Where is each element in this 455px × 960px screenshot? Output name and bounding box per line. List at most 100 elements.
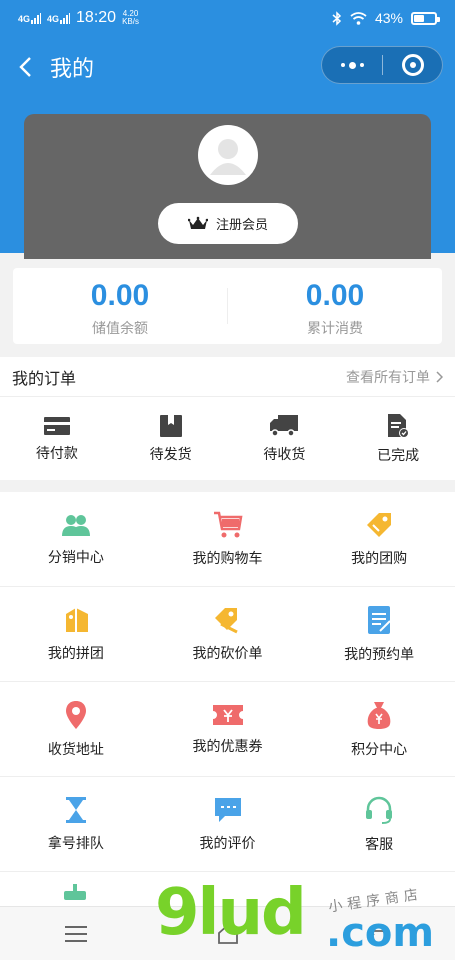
bargain-orders[interactable]: 我的砍价单 [152, 587, 304, 681]
balance-value: 0.00 [90, 279, 150, 312]
profile-card: 注册会员 [24, 114, 431, 259]
total-spend[interactable]: 0.00 累计消费 [228, 268, 442, 344]
shopping-cart[interactable]: 我的购物车 [152, 492, 304, 586]
notebook-icon [368, 605, 391, 634]
close-button[interactable] [383, 47, 442, 83]
order-pending-payment[interactable]: 待付款 [0, 397, 114, 480]
home-icon [217, 923, 238, 944]
page-title: 我的 [50, 56, 95, 81]
grid-label: 我的预约单 [344, 645, 415, 662]
stored-balance[interactable]: 0.00 储值余额 [13, 268, 227, 344]
menu-button[interactable] [0, 925, 152, 942]
order-label: 待发货 [149, 445, 192, 462]
coupons[interactable]: 我的优惠券 [152, 682, 304, 776]
distribution-center[interactable]: 分销中心 [0, 492, 152, 586]
view-all-orders-link[interactable]: 查看所有订单 [346, 367, 443, 387]
back-arrow-icon [19, 57, 31, 77]
close-circle-icon [401, 54, 424, 76]
grid-label: 分销中心 [47, 548, 104, 565]
network-1-label: 4G [18, 13, 31, 24]
money-bag-icon [367, 701, 391, 729]
feature-grid: 分销中心 我的购物车 我的团购 我的拼团 我的砍价单 我的预约单 收货地址 我的… [0, 492, 455, 912]
balance-label: 储值余额 [92, 320, 148, 336]
balance-card: 0.00 储值余额 0.00 累计消费 [13, 268, 442, 344]
order-completed[interactable]: 已完成 [341, 397, 455, 480]
box-icon [159, 414, 182, 437]
order-pending-shipment[interactable]: 待发货 [114, 397, 228, 480]
order-pending-receipt[interactable]: 待收货 [228, 397, 342, 480]
grid-row: 拿号排队 我的评价 客服 [0, 777, 455, 872]
more-dots-icon [348, 61, 356, 69]
order-label: 待付款 [35, 444, 78, 461]
register-label: 注册会员 [215, 217, 268, 232]
grid-row: 分销中心 我的购物车 我的团购 [0, 492, 455, 587]
status-bar: 4G 4G 18:20 4.20 KB/s 43% [0, 0, 455, 36]
wifi-icon [350, 11, 367, 25]
orders-title: 我的订单 [12, 370, 77, 388]
signal-bars-icon [31, 12, 42, 24]
grid-row: 我的拼团 我的砍价单 我的预约单 [0, 587, 455, 682]
document-check-icon [388, 413, 410, 438]
chevron-right-icon [436, 370, 443, 383]
more-dots-icon [340, 63, 345, 67]
status-time: 18:20 [76, 9, 117, 26]
grid-label: 我的评价 [199, 834, 256, 851]
network-speed: 4.20 KB/s [122, 10, 139, 26]
orders-section: 我的订单 查看所有订单 待付款 待发货 待收货 已完成 [0, 357, 455, 480]
signal-1: 4G [18, 12, 42, 24]
grid-label: 拿号排队 [47, 834, 104, 851]
back-system-button[interactable] [303, 925, 455, 943]
group-buy[interactable]: 我的团购 [303, 492, 455, 586]
system-nav-bar [0, 906, 455, 960]
grid-row: 收货地址 我的优惠券 积分中心 [0, 682, 455, 777]
register-member-button[interactable]: 注册会员 [158, 203, 298, 244]
status-left: 4G 4G 18:20 4.20 KB/s [18, 9, 139, 27]
reservations[interactable]: 我的预约单 [303, 587, 455, 681]
spend-label: 累计消费 [307, 320, 363, 336]
card-icon [43, 416, 70, 435]
grid-label: 客服 [365, 835, 394, 852]
tag-icon [367, 512, 392, 537]
order-label: 待收货 [263, 445, 306, 462]
view-all-label: 查看所有订单 [346, 368, 430, 385]
location-pin-icon [65, 700, 86, 729]
back-icon [368, 925, 390, 943]
grid-label: 我的拼团 [47, 644, 104, 661]
partial-icon [64, 884, 86, 900]
shipping-address[interactable]: 收货地址 [0, 682, 152, 776]
spend-value: 0.00 [305, 279, 365, 312]
more-button[interactable] [322, 47, 382, 83]
grid-label: 我的砍价单 [192, 644, 263, 661]
nav-bar: 我的 [0, 36, 455, 98]
status-right: 43% [332, 10, 440, 26]
truck-icon [270, 414, 299, 437]
grid-label: 积分中心 [351, 740, 408, 757]
price-tag-icon [214, 607, 238, 633]
customer-service[interactable]: 客服 [303, 777, 455, 871]
group-tag-icon [65, 607, 88, 632]
group-deal[interactable]: 我的拼团 [0, 587, 152, 681]
back-button[interactable] [0, 36, 50, 98]
points-center[interactable]: 积分中心 [303, 682, 455, 776]
grid-label: 我的购物车 [192, 549, 263, 566]
menu-lines-icon [64, 925, 87, 942]
grid-label: 我的团购 [351, 549, 408, 566]
signal-bars-icon [60, 12, 71, 24]
grid-label: 我的优惠券 [192, 737, 263, 754]
queue-ticket[interactable]: 拿号排队 [0, 777, 152, 871]
home-button[interactable] [152, 923, 304, 944]
battery-icon [411, 11, 440, 25]
grid-label: 收货地址 [47, 740, 104, 757]
users-icon [61, 514, 90, 536]
my-reviews[interactable]: 我的评价 [152, 777, 304, 871]
headset-icon [366, 796, 393, 824]
bluetooth-icon [332, 10, 342, 26]
default-avatar-icon [210, 139, 246, 175]
hourglass-icon [65, 796, 86, 823]
order-label: 已完成 [377, 446, 420, 463]
more-dots-icon [359, 63, 364, 67]
network-2-label: 4G [47, 13, 60, 24]
signal-2: 4G [47, 12, 71, 24]
orders-row: 待付款 待发货 待收货 已完成 [0, 397, 455, 480]
avatar[interactable] [198, 125, 258, 185]
